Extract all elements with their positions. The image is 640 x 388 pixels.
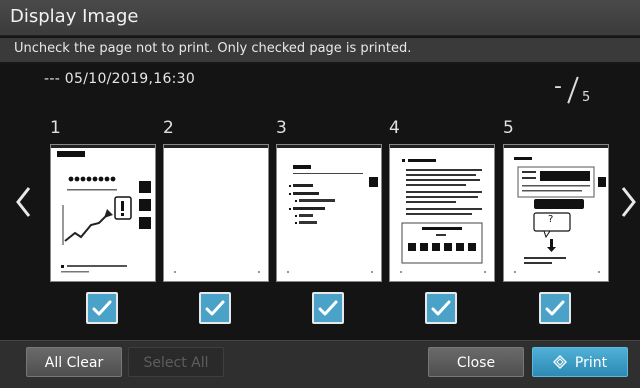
page-checkbox[interactable] [199, 292, 231, 324]
thumbnail-question-mark: ? [548, 214, 554, 225]
page-number: 2 [163, 118, 174, 138]
chevron-left-icon[interactable] [14, 184, 34, 220]
title-bar: Display Image [0, 0, 640, 36]
page-indicator-total: 5 [582, 90, 591, 105]
bottom-action-bar: All Clear Select All Close Print [0, 340, 640, 388]
page-thumbnail[interactable] [163, 144, 269, 282]
print-button[interactable]: Print [532, 347, 628, 377]
display-image-dialog: Display Image Uncheck the page not to pr… [0, 0, 640, 388]
page-checkbox[interactable] [312, 292, 344, 324]
page-checkbox[interactable] [86, 292, 118, 324]
chevron-right-icon[interactable] [618, 184, 638, 220]
page-number: 1 [50, 118, 61, 138]
select-all-button[interactable]: Select All [128, 347, 224, 377]
job-info: --- 05/10/2019,16:30 [44, 71, 196, 87]
page-indicator-slash [566, 76, 580, 104]
page-indicator-current: - [554, 74, 562, 99]
page-item: 1 [50, 118, 156, 332]
page-number: 3 [276, 118, 287, 138]
close-button[interactable]: Close [428, 347, 524, 377]
page-thumbnail[interactable] [50, 144, 156, 282]
preview-area: --- 05/10/2019,16:30 - 5 1 2 3 4 5 ? [0, 64, 640, 340]
page-item: 4 [389, 118, 495, 332]
page-item: 2 [163, 118, 269, 332]
instruction-bar: Uncheck the page not to print. Only chec… [0, 38, 640, 62]
page-item: 3 [276, 118, 382, 332]
page-item: 5 ? [503, 118, 609, 332]
page-indicator: - 5 [550, 70, 610, 110]
page-checkbox[interactable] [539, 292, 571, 324]
diamond-print-icon [552, 355, 567, 369]
page-thumbnail[interactable] [389, 144, 495, 282]
print-button-label: Print [574, 355, 608, 371]
instruction-text: Uncheck the page not to print. Only chec… [14, 41, 412, 56]
page-thumbnail[interactable] [276, 144, 382, 282]
page-number: 4 [389, 118, 400, 138]
page-number: 5 [503, 118, 514, 138]
page-checkbox[interactable] [425, 292, 457, 324]
page-thumbnail[interactable]: ? [503, 144, 609, 282]
dialog-title: Display Image [10, 6, 139, 27]
all-clear-button[interactable]: All Clear [26, 347, 122, 377]
